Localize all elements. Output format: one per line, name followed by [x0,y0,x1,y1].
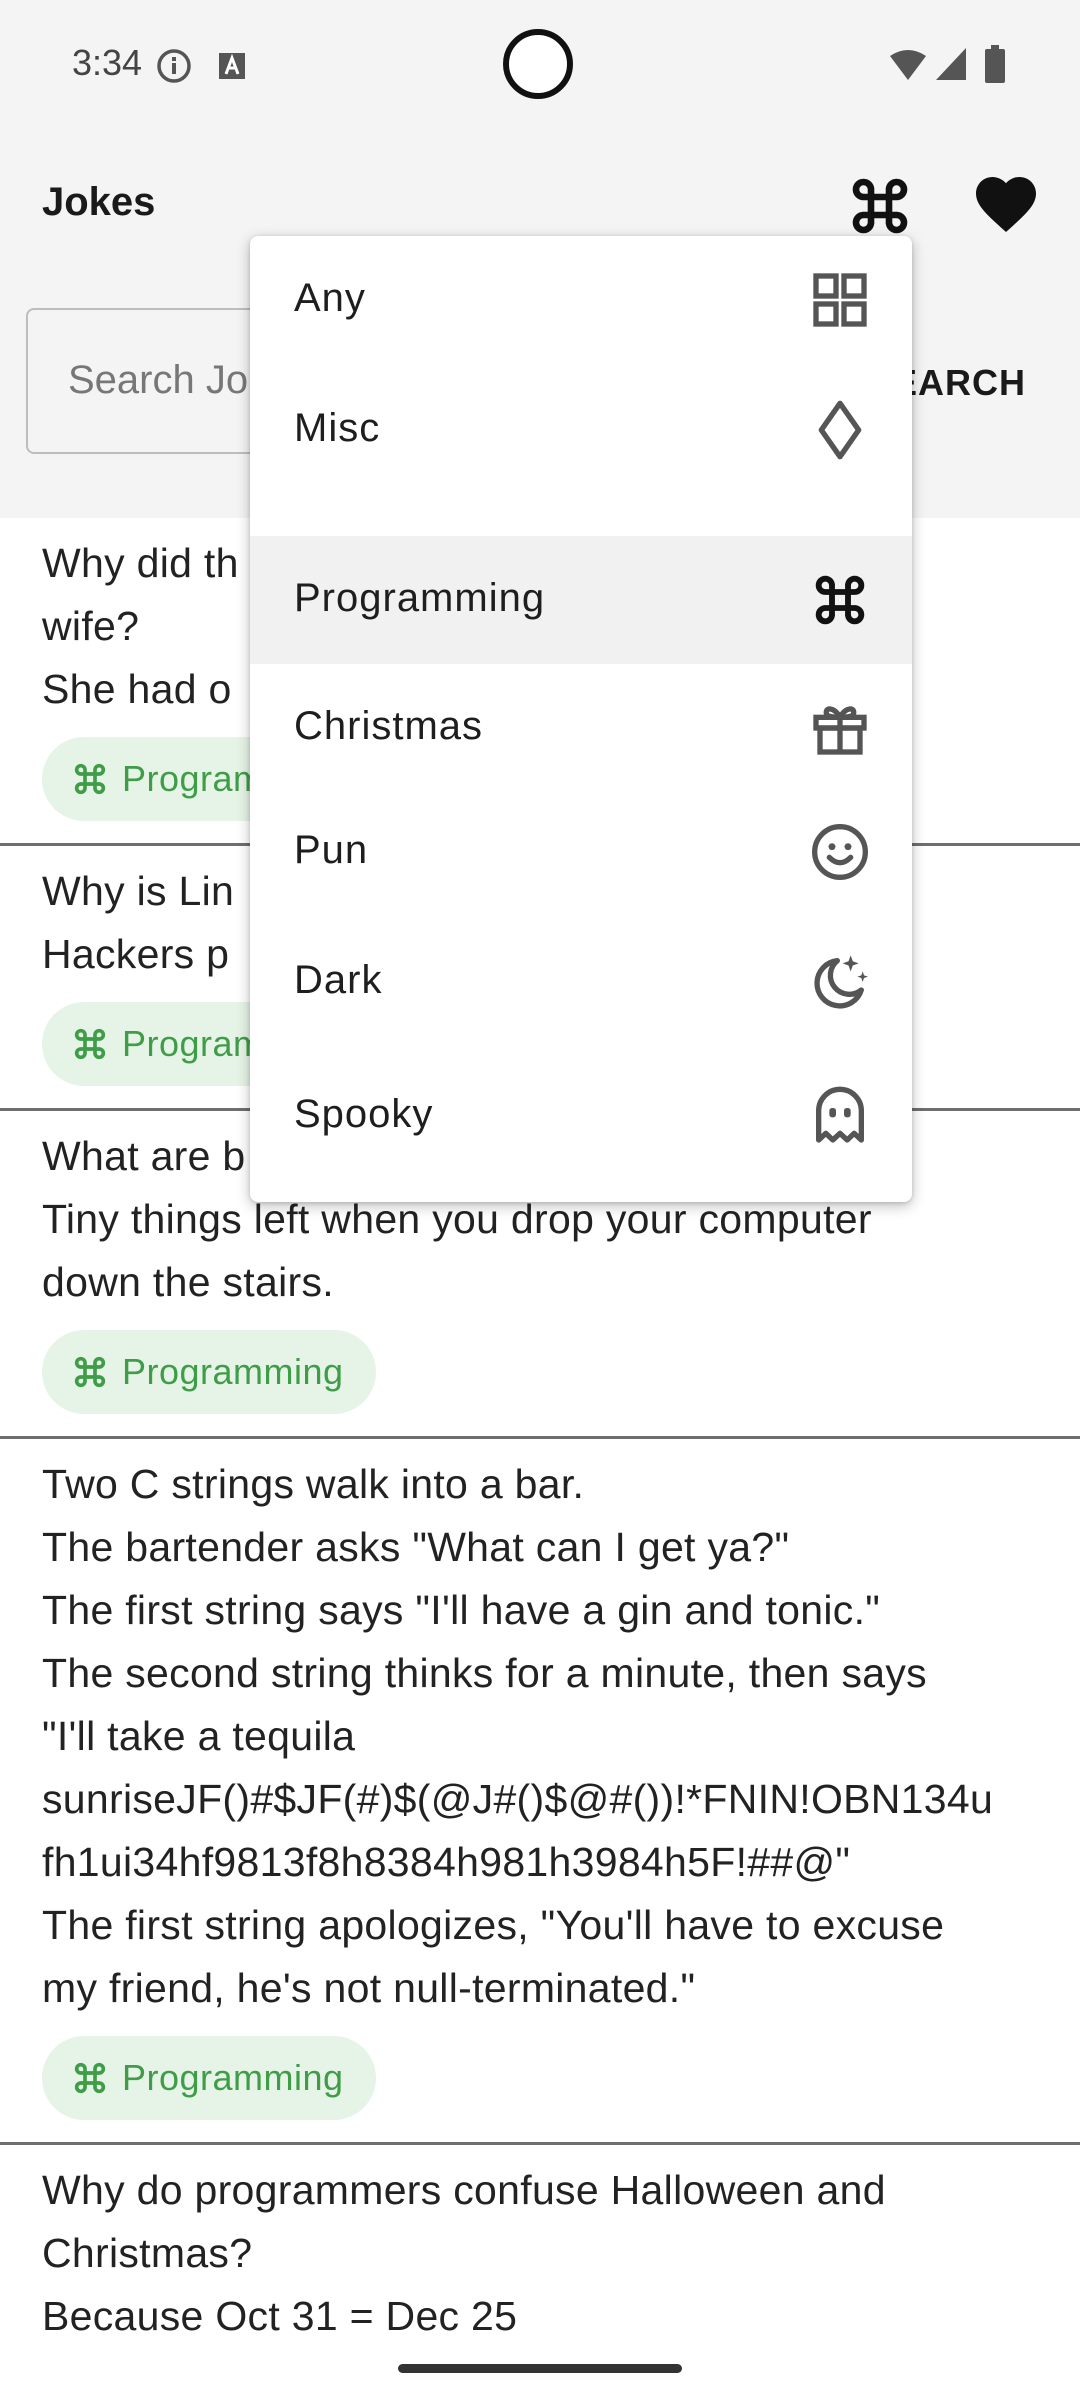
joke-card: Two C strings walk into a bar. The barte… [0,1439,1080,2145]
command-icon [815,575,865,625]
signal-icon [936,48,966,80]
command-icon [74,1356,106,1388]
joke-text: Two C strings walk into a bar. The barte… [42,1461,994,2011]
category-chip[interactable]: Programming [42,1330,376,1414]
menu-item-programming[interactable]: Programming [250,536,912,664]
menu-item-label: Pun [294,828,369,872]
heart-icon[interactable] [970,168,1042,240]
menu-item-label: Any [294,276,366,320]
category-dropdown-menu: Any Misc Programming Christmas Pun Dark … [250,236,912,1202]
gift-icon [813,706,867,755]
menu-item-label: Dark [294,958,383,1002]
smiley-icon [812,824,868,880]
gesture-nav-bar[interactable] [398,2364,682,2373]
menu-item-dark[interactable]: Dark [250,918,912,1046]
menu-item-christmas[interactable]: Christmas [250,664,912,792]
menu-item-label: Spooky [294,1092,434,1136]
grid-icon [813,273,867,327]
menu-item-pun[interactable]: Pun [250,788,912,916]
menu-item-label: Programming [294,576,546,620]
status-time: 3:34 [72,42,143,83]
diamond-icon [818,400,862,460]
camera-cutout [503,29,573,99]
page-title: Jokes [42,180,156,224]
command-icon [74,2062,106,2094]
command-icon[interactable] [844,170,916,242]
moon-stars-icon [814,955,868,1009]
wifi-icon [890,50,926,80]
menu-item-spooky[interactable]: Spooky [250,1052,912,1180]
category-chip[interactable]: Programming [42,2036,376,2120]
command-icon [74,763,106,795]
keyboard-a-icon [219,53,245,79]
ghost-icon [816,1086,864,1143]
joke-text: Why do programmers confuse Halloween and… [42,2167,886,2338]
menu-item-misc[interactable]: Misc [250,366,912,494]
chip-label: Programming [122,1351,344,1392]
menu-item-label: Misc [294,406,381,450]
joke-card: Why do programmers confuse Halloween and… [0,2145,1080,2338]
info-icon [157,49,191,83]
command-icon [74,1028,106,1060]
chip-label: Programming [122,2057,344,2098]
menu-item-label: Christmas [294,704,484,748]
battery-icon [985,45,1005,83]
menu-item-any[interactable]: Any [250,236,912,364]
